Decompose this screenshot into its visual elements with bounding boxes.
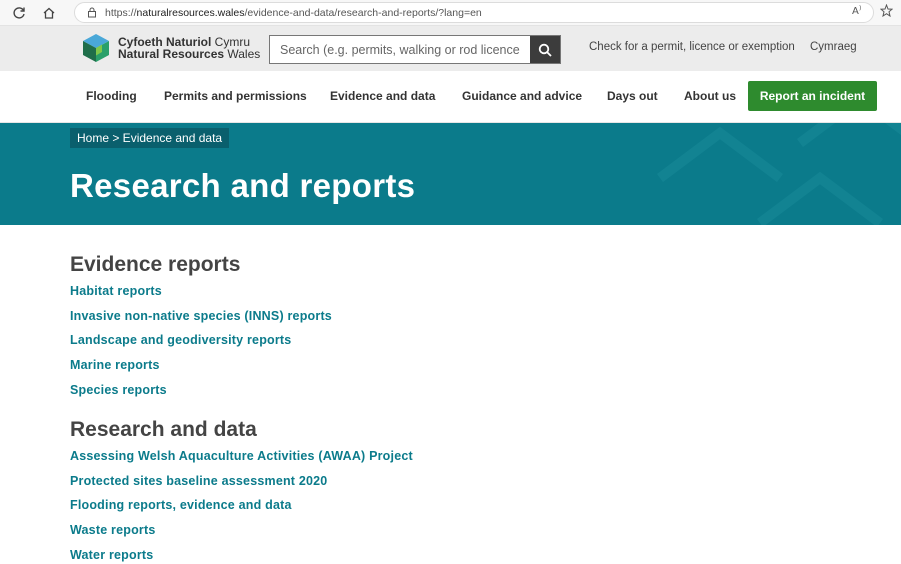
- nav-item-permits[interactable]: Permits and permissions: [164, 89, 307, 103]
- report-incident-button[interactable]: Report an incident: [748, 81, 877, 111]
- browser-toolbar: https://naturalresources.wales/evidence-…: [0, 0, 901, 26]
- section-heading-research-and-data: Research and data: [70, 418, 257, 441]
- nav-item-days-out[interactable]: Days out: [607, 89, 658, 103]
- home-icon[interactable]: [38, 2, 60, 24]
- check-permit-link[interactable]: Check for a permit, licence or exemption: [589, 41, 795, 53]
- main-navigation: Flooding Permits and permissions Evidenc…: [0, 71, 901, 123]
- nav-item-flooding[interactable]: Flooding: [86, 89, 137, 103]
- logo-english-name: Natural Resources Wales: [118, 47, 261, 61]
- read-aloud-icon[interactable]: A): [852, 4, 866, 20]
- link-landscape-geodiversity-reports[interactable]: Landscape and geodiversity reports: [70, 333, 291, 347]
- url-path: /evidence-and-data/research-and-reports/…: [244, 6, 482, 19]
- search-button[interactable]: [530, 36, 560, 63]
- address-bar[interactable]: https://naturalresources.wales/evidence-…: [74, 2, 874, 23]
- link-awaa-project[interactable]: Assessing Welsh Aquaculture Activities (…: [70, 449, 413, 463]
- nav-item-guidance[interactable]: Guidance and advice: [462, 89, 582, 103]
- nrw-logo[interactable]: Cyfoeth Naturiol Cymru Natural Resources…: [80, 32, 260, 64]
- link-water-reports[interactable]: Water reports: [70, 548, 153, 562]
- banner-decoration-icon: [657, 123, 901, 225]
- page-title: Research and reports: [70, 167, 416, 204]
- search-input[interactable]: [270, 36, 530, 63]
- page-banner: Home > Evidence and data Research and re…: [0, 123, 901, 225]
- nrw-logo-mark-icon: [83, 34, 109, 62]
- language-link[interactable]: Cymraeg: [810, 41, 857, 53]
- url-domain: naturalresources.wales: [136, 6, 245, 19]
- link-inns-reports[interactable]: Invasive non-native species (INNS) repor…: [70, 309, 332, 323]
- svg-text:A: A: [852, 6, 859, 16]
- lock-icon: [87, 7, 97, 18]
- link-marine-reports[interactable]: Marine reports: [70, 358, 160, 372]
- section-heading-evidence-reports: Evidence reports: [70, 253, 241, 276]
- link-protected-sites-baseline[interactable]: Protected sites baseline assessment 2020: [70, 474, 327, 488]
- nav-item-evidence[interactable]: Evidence and data: [330, 89, 435, 103]
- link-species-reports[interactable]: Species reports: [70, 383, 167, 397]
- link-habitat-reports[interactable]: Habitat reports: [70, 284, 162, 298]
- url-prefix: https://: [105, 6, 137, 19]
- svg-text:): ): [859, 5, 861, 12]
- nav-item-about-us[interactable]: About us: [684, 89, 736, 103]
- breadcrumb[interactable]: Home > Evidence and data: [70, 128, 230, 148]
- link-flooding-reports[interactable]: Flooding reports, evidence and data: [70, 498, 292, 512]
- reload-icon[interactable]: [8, 2, 30, 24]
- favorite-star-icon[interactable]: [879, 3, 894, 20]
- link-waste-reports[interactable]: Waste reports: [70, 523, 156, 537]
- site-header: Cyfoeth Naturiol Cymru Natural Resources…: [0, 26, 901, 71]
- site-search: [269, 35, 561, 64]
- search-icon: [538, 43, 552, 57]
